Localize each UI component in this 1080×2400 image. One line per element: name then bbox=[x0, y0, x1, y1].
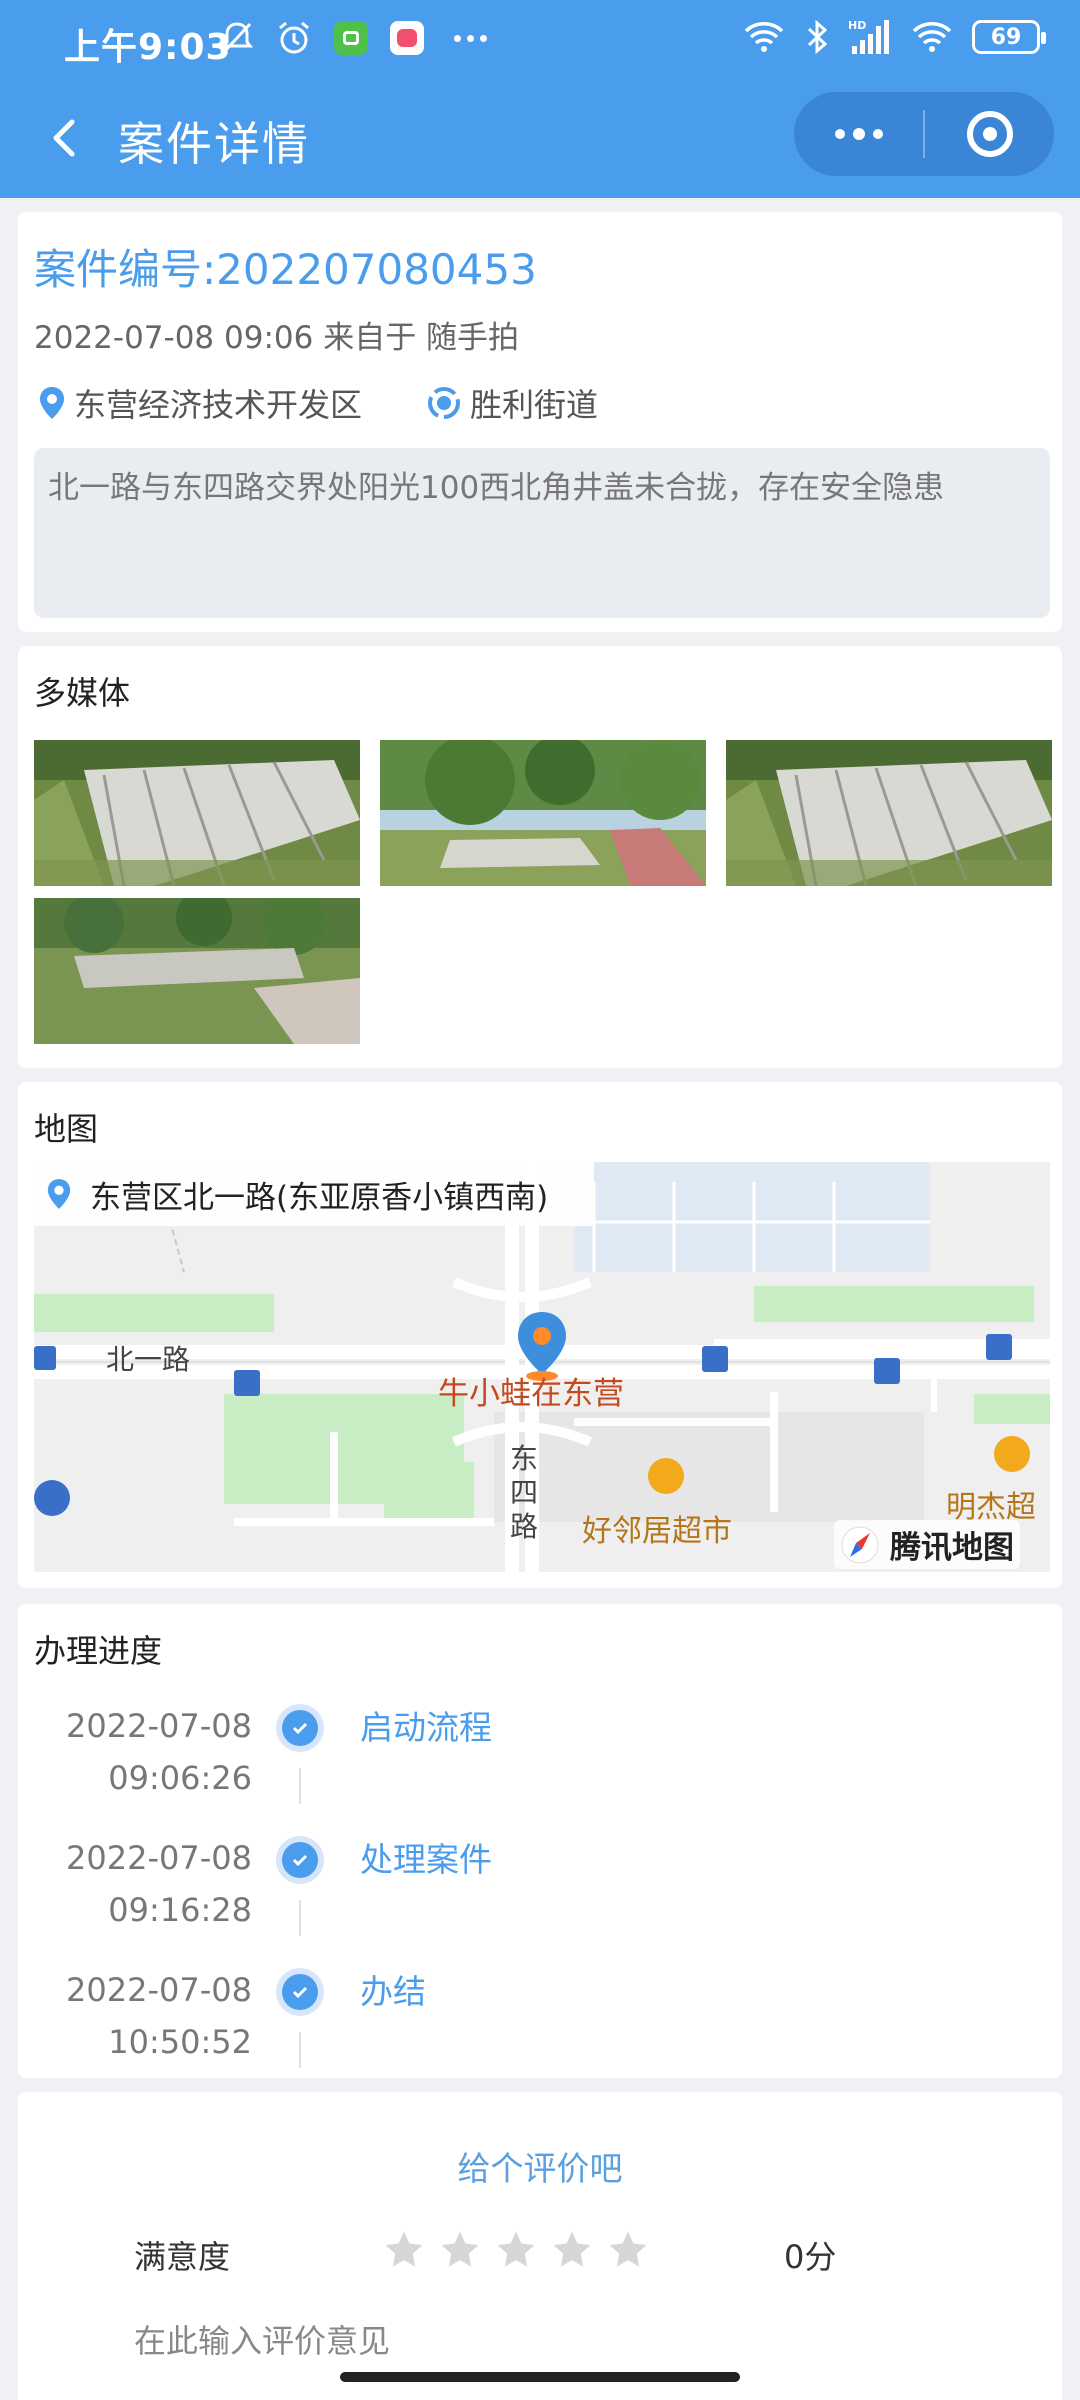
home-indicator[interactable] bbox=[340, 2372, 740, 2382]
chevron-left-icon bbox=[53, 119, 75, 157]
map-brand-logo: 腾讯地图 bbox=[834, 1520, 1020, 1569]
svg-text:HD: HD bbox=[848, 19, 866, 32]
map-pin-icon bbox=[47, 1179, 71, 1209]
media-thumbnail[interactable] bbox=[34, 740, 360, 886]
more-options-button[interactable] bbox=[794, 92, 923, 176]
media-thumbnail[interactable] bbox=[34, 898, 360, 1044]
status-right-icons: HD 69 bbox=[742, 18, 1046, 56]
target-icon bbox=[966, 111, 1013, 157]
timeline-connector bbox=[299, 2032, 301, 2068]
step-datetime: 2022-07-08 10:50:52 bbox=[66, 1964, 252, 2068]
status-time: 上午9:03 bbox=[64, 27, 232, 68]
step-time: 09:16:28 bbox=[108, 1891, 252, 1929]
step-datetime: 2022-07-08 09:06:26 bbox=[66, 1700, 252, 1804]
star-rating[interactable] bbox=[382, 2228, 650, 2272]
media-thumbnail[interactable] bbox=[380, 740, 706, 886]
map-label-poi: 牛小蛙在东营 bbox=[438, 1376, 624, 1412]
step-time: 09:06:26 bbox=[108, 1759, 252, 1797]
miniprogram-capsule bbox=[794, 92, 1054, 176]
map-label-market: 好邻居超市 bbox=[582, 1514, 732, 1549]
timeline-connector bbox=[299, 1768, 301, 1804]
nav-bar: 案件详情 bbox=[0, 84, 1080, 198]
step-label: 处理案件 bbox=[360, 1840, 492, 1879]
map-title: 地图 bbox=[34, 1110, 99, 1148]
district-tag: 东营经济技术开发区 bbox=[38, 380, 362, 426]
step-date: 2022-07-08 bbox=[66, 1707, 252, 1745]
star-icon[interactable] bbox=[382, 2228, 426, 2272]
timeline-step: 2022-07-08 09:16:28 处理案件 bbox=[18, 1832, 1062, 1962]
page-title: 案件详情 bbox=[118, 117, 310, 171]
street-label: 胜利街道 bbox=[470, 386, 599, 424]
timeline-step: 2022-07-08 10:50:52 办结 bbox=[18, 1964, 1062, 2094]
star-icon[interactable] bbox=[606, 2228, 650, 2272]
district-label: 东营经济技术开发区 bbox=[74, 386, 363, 424]
more-icon bbox=[454, 34, 487, 42]
comment-input[interactable]: 在此输入评价意见 bbox=[134, 2316, 390, 2362]
rating-score: 0分 bbox=[784, 2238, 837, 2276]
bell-off-icon bbox=[221, 22, 253, 54]
rating-title: 给个评价吧 bbox=[457, 2149, 623, 2188]
bluetooth-icon bbox=[807, 19, 828, 55]
battery-level: 69 bbox=[990, 24, 1022, 50]
map-address-bar: 东营区北一路(东亚原香小镇西南) bbox=[34, 1162, 594, 1226]
timeline-connector bbox=[299, 1900, 301, 1936]
location-row: 东营经济技术开发区 胜利街道 bbox=[38, 380, 662, 426]
step-time: 10:50:52 bbox=[108, 2023, 252, 2061]
status-left-icons bbox=[220, 20, 487, 56]
progress-title: 办理进度 bbox=[34, 1632, 163, 1670]
case-meta: 2022-07-08 09:06 来自于 随手拍 bbox=[34, 320, 520, 356]
media-thumbnail[interactable] bbox=[726, 740, 1052, 886]
case-number: 案件编号:202207080453 bbox=[34, 245, 537, 294]
app-notification-icon bbox=[390, 21, 424, 55]
map-address: 东营区北一路(东亚原香小镇西南) bbox=[90, 1179, 549, 1216]
check-circle-icon bbox=[276, 1704, 324, 1752]
step-label: 启动流程 bbox=[360, 1708, 492, 1747]
star-icon[interactable] bbox=[494, 2228, 538, 2272]
battery-icon: 69 bbox=[972, 20, 1046, 54]
alarm-icon bbox=[279, 21, 309, 54]
wifi-icon bbox=[744, 22, 784, 52]
back-button[interactable] bbox=[36, 108, 96, 168]
location-target-icon bbox=[428, 387, 461, 419]
check-circle-icon bbox=[276, 1836, 324, 1884]
wifi-icon bbox=[912, 22, 952, 52]
rating-card: 给个评价吧 满意度 0分 在此输入评价意见 bbox=[18, 2092, 1062, 2400]
step-date: 2022-07-08 bbox=[66, 1971, 252, 2009]
progress-card: 办理进度 2022-07-08 09:06:26 启动流程 2022-07-08… bbox=[18, 1604, 1062, 2078]
close-miniprogram-button[interactable] bbox=[925, 92, 1054, 176]
case-description: 北一路与东四路交界处阳光100西北角井盖未合拢，存在安全隐患 bbox=[34, 448, 1050, 618]
map-label-road-north: 北一路 bbox=[106, 1343, 191, 1376]
map-card: 地图 北一路 东四路 牛小蛙在东营 好邻居超市 明杰超 腾讯地图 东营区北一路(… bbox=[18, 1082, 1062, 1588]
satisfaction-label: 满意度 bbox=[134, 2238, 231, 2276]
media-card: 多媒体 bbox=[18, 646, 1062, 1068]
star-icon[interactable] bbox=[550, 2228, 594, 2272]
step-datetime: 2022-07-08 09:16:28 bbox=[66, 1832, 252, 1936]
step-label: 办结 bbox=[360, 1972, 426, 2011]
step-date: 2022-07-08 bbox=[66, 1839, 252, 1877]
timeline-step: 2022-07-08 09:06:26 启动流程 bbox=[18, 1700, 1062, 1830]
map-brand-label: 腾讯地图 bbox=[890, 1530, 1014, 1566]
map-pin-icon bbox=[40, 387, 64, 419]
status-bar: 上午9:03 HD 69 bbox=[0, 0, 1080, 84]
street-tag: 胜利街道 bbox=[426, 380, 598, 426]
check-circle-icon bbox=[276, 1968, 324, 2016]
app-notification-icon bbox=[334, 21, 368, 55]
hd-signal-icon: HD bbox=[848, 19, 889, 54]
map-label-road-east: 东四路 bbox=[510, 1442, 539, 1543]
star-icon[interactable] bbox=[438, 2228, 482, 2272]
compass-logo-icon bbox=[841, 1526, 879, 1563]
media-title: 多媒体 bbox=[34, 674, 131, 712]
case-info-card: 案件编号:202207080453 2022-07-08 09:06 来自于 随… bbox=[18, 212, 1062, 632]
